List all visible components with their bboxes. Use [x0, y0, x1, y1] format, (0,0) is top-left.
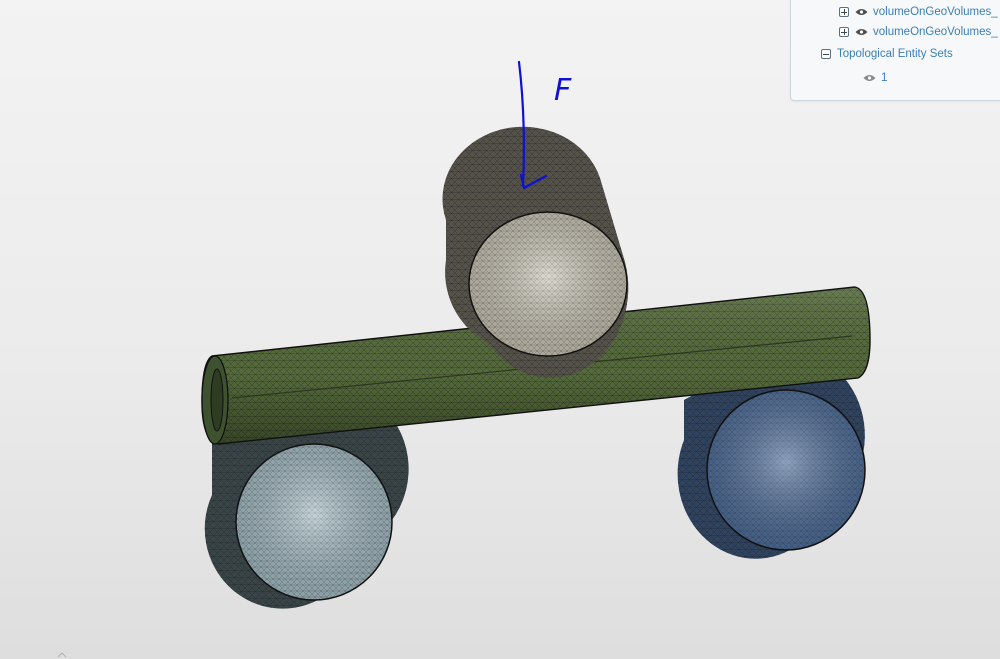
eye-icon[interactable] — [855, 8, 868, 16]
tree-item-volume-2[interactable]: volumeOnGeoVolumes_ — [839, 24, 998, 40]
tree-item-label[interactable]: volumeOnGeoVolumes_ — [873, 6, 998, 18]
collapse-icon[interactable] — [821, 49, 831, 59]
tree-section-topological-entity-sets[interactable]: Topological Entity Sets — [821, 46, 953, 62]
chevron-up-icon — [57, 652, 67, 658]
eye-icon[interactable] — [863, 74, 876, 82]
tree-item-label[interactable]: volumeOnGeoVolumes_ — [873, 26, 998, 38]
expand-icon[interactable] — [839, 27, 849, 37]
expand-icon[interactable] — [839, 7, 849, 17]
tree-item-label[interactable]: 1 — [881, 72, 887, 84]
model-tree-panel: volumeOnGeoVolumes_ volumeOnGeoVolumes_ … — [790, 0, 1000, 101]
eye-icon[interactable] — [855, 28, 868, 36]
tree-section-label[interactable]: Topological Entity Sets — [837, 48, 953, 60]
force-label: F — [554, 73, 572, 108]
tree-item-volume-1[interactable]: volumeOnGeoVolumes_ — [839, 4, 998, 20]
tree-item-entity-set-1[interactable]: 1 — [863, 70, 887, 86]
